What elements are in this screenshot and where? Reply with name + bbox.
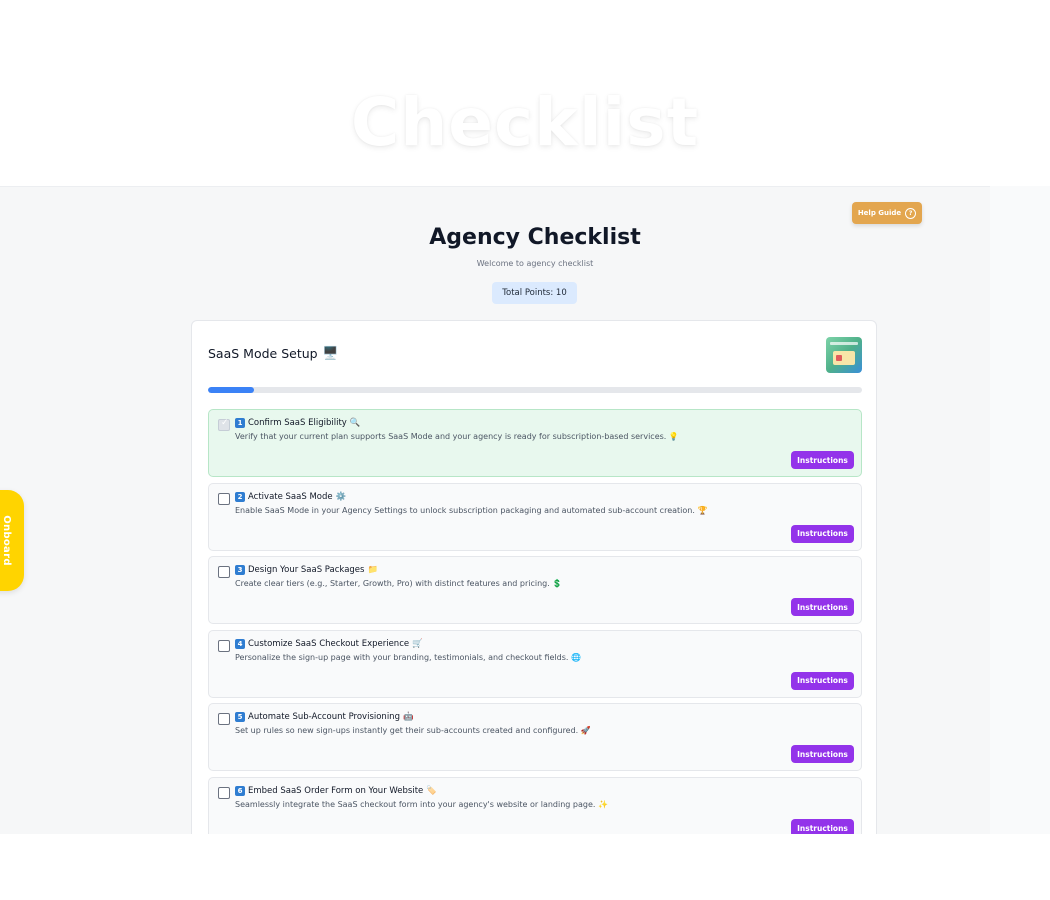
- instructions-button[interactable]: Instructions: [791, 819, 854, 834]
- item-number-badge: 6: [235, 786, 245, 796]
- item-number-badge: 3: [235, 565, 245, 576]
- item-description: Verify that your current plan supports S…: [235, 432, 679, 441]
- item-description-emoji-icon: 🚀: [580, 726, 591, 736]
- item-title-text: Customize SaaS Checkout Experience: [248, 638, 410, 649]
- instructions-button[interactable]: Instructions: [791, 524, 854, 543]
- instructions-button[interactable]: Instructions: [791, 598, 854, 617]
- checklist-item: 1Confirm SaaS Eligibility🔍 Verify that yo…: [208, 409, 862, 477]
- item-description: Set up rules so new sign-ups instantly g…: [235, 726, 591, 735]
- item-description-text: Personalize the sign-up page with your b…: [235, 652, 569, 662]
- item-description-emoji-icon: 🌐: [570, 652, 581, 662]
- item-description-emoji-icon: ✨: [597, 800, 608, 809]
- help-guide-label: Help Guide: [857, 209, 902, 217]
- bottom-area: [0, 834, 1050, 900]
- item-title-text: Design Your SaaS Packages: [248, 565, 365, 576]
- page-title: Agency Checklist: [429, 225, 641, 250]
- item-checkbox[interactable]: [218, 787, 230, 799]
- hero-banner: Checklist: [0, 0, 1050, 186]
- instructions-button[interactable]: Instructions: [791, 745, 854, 764]
- item-description-text: Verify that your current plan supports S…: [235, 432, 667, 441]
- checklist-item: 3 Design Your SaaS Packages 📁 Create clear …: [208, 556, 862, 625]
- item-description-emoji-icon: 🏆: [697, 505, 708, 515]
- item-title-text: Confirm SaaS Eligibility: [248, 418, 347, 428]
- section-header: SaaS Mode Setup 🖥️: [208, 345, 338, 361]
- item-title-emoji-icon: ⚙️: [335, 491, 347, 502]
- hero-title: Checklist: [350, 84, 700, 161]
- item-title-emoji-icon: 🏷️: [426, 786, 437, 796]
- item-title: 4 Customize SaaS Checkout Experience 🛒: [235, 638, 423, 649]
- item-number-badge: 2: [235, 491, 245, 502]
- item-description: Personalize the sign-up page with your b…: [235, 653, 581, 662]
- item-title: 2 Activate SaaS Mode ⚙️: [235, 491, 347, 502]
- item-description-emoji-icon: 💲: [552, 579, 563, 589]
- item-number-badge: 4: [235, 638, 245, 649]
- section-title: SaaS Mode Setup: [208, 345, 318, 361]
- checklist-card: SaaS Mode Setup 🖥️ 1Confirm SaaS Eligibi…: [191, 320, 877, 834]
- item-title-emoji-icon: 🛒: [412, 638, 423, 649]
- item-description-text: Enable SaaS Mode in your Agency Settings…: [235, 505, 695, 515]
- checklist-item: 4 Customize SaaS Checkout Experience 🛒 Pers…: [208, 629, 862, 698]
- item-title-text: Activate SaaS Mode: [248, 491, 333, 502]
- app-panel: Help Guide ? Agency Checklist Welcome to…: [0, 186, 990, 834]
- checklist-item: 2 Activate SaaS Mode ⚙️ Enable SaaS Mode in…: [208, 482, 862, 551]
- item-title-text: Automate Sub-Account Provisioning: [248, 712, 400, 723]
- help-icon: ?: [905, 207, 917, 219]
- progress-bar: [208, 387, 862, 393]
- item-title: 5 Automate Sub-Account Provisioning 🤖: [235, 712, 414, 723]
- item-title: 3 Design Your SaaS Packages 📁: [235, 565, 379, 576]
- app-right-gutter: [990, 186, 1050, 834]
- item-title-text: Embed SaaS Order Form on Your Website: [248, 786, 424, 796]
- item-checkbox[interactable]: [218, 418, 230, 431]
- item-description-text: Create clear tiers (e.g., Starter, Growt…: [235, 579, 550, 589]
- monitor-icon: 🖥️: [322, 345, 339, 360]
- item-checkbox[interactable]: [218, 639, 230, 652]
- item-description-emoji-icon: 💡: [668, 432, 679, 441]
- instructions-button[interactable]: Instructions: [791, 671, 854, 690]
- item-title-emoji-icon: 📁: [367, 565, 379, 576]
- item-title: 1 Confirm SaaS Eligibility 🔍: [235, 418, 360, 428]
- instructions-button[interactable]: Instructions: [791, 451, 854, 469]
- item-title-emoji-icon: 🤖: [402, 712, 414, 723]
- help-guide-button[interactable]: Help Guide ?: [852, 202, 922, 224]
- page-subtitle: Welcome to agency checklist: [476, 259, 594, 268]
- item-description: Create clear tiers (e.g., Starter, Growt…: [235, 579, 562, 588]
- checklist-item: 6 Embed SaaS Order Form on Your Website 🏷️…: [208, 777, 862, 834]
- total-points-badge: Total Points: 10: [492, 282, 577, 304]
- onboard-tab[interactable]: Onboard: [0, 490, 24, 591]
- item-title-emoji-icon: 🔍: [349, 418, 361, 428]
- progress-bar-fill: [208, 387, 254, 393]
- item-checkbox[interactable]: [218, 492, 230, 505]
- item-number-badge: 1: [235, 418, 245, 428]
- item-title: 6 Embed SaaS Order Form on Your Website 🏷️: [235, 786, 437, 796]
- item-checkbox[interactable]: [218, 713, 230, 726]
- item-description: Enable SaaS Mode in your Agency Settings…: [235, 506, 707, 515]
- item-description-text: Set up rules so new sign-ups instantly g…: [235, 726, 579, 736]
- item-checkbox[interactable]: [218, 566, 230, 579]
- onboard-label: Onboard: [0, 515, 12, 566]
- section-thumbnail: [826, 337, 862, 373]
- item-description-text: Seamlessly integrate the SaaS checkout f…: [235, 800, 596, 809]
- checklist-item: 5 Automate Sub-Account Provisioning 🤖 Set u…: [208, 703, 862, 772]
- item-number-badge: 5: [235, 712, 245, 723]
- item-description: Seamlessly integrate the SaaS checkout f…: [235, 800, 608, 809]
